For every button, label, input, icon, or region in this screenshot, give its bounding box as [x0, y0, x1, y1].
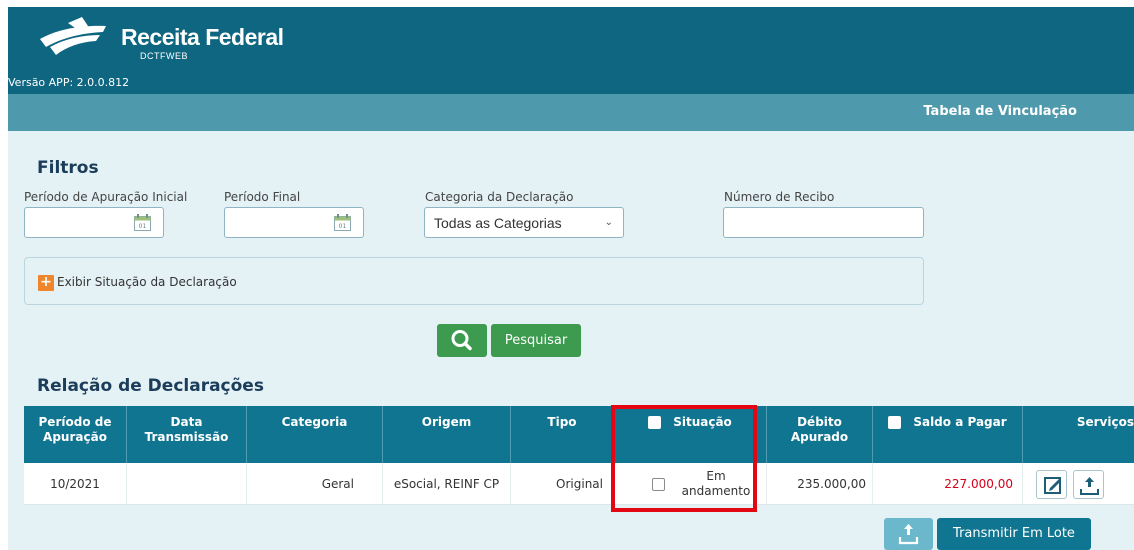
col-tipo[interactable]: Tipo — [511, 406, 614, 463]
page-subbar: Tabela de Vinculação — [8, 94, 1134, 131]
upload-icon — [1080, 477, 1099, 495]
situacao-highlight-box — [611, 405, 757, 512]
table-row: 10/2021 Geral eSocial, REINF CP Original… — [24, 463, 1134, 505]
cell-saldo: 227.000,00 — [873, 463, 1023, 505]
col-periodo[interactable]: Período de Apuração — [24, 406, 127, 463]
declarations-title: Relação de Declarações — [37, 376, 264, 396]
col-servicos: Serviços — [1076, 415, 1134, 429]
search-icon-button[interactable] — [437, 324, 487, 357]
upload-icon — [898, 524, 919, 545]
cell-origem: eSocial, REINF CP — [383, 463, 511, 505]
period-end-input[interactable]: 01 — [224, 207, 364, 238]
search-icon — [451, 330, 472, 351]
transmit-button[interactable] — [1073, 470, 1104, 499]
page-title: Tabela de Vinculação — [923, 104, 1077, 119]
cell-categoria: Geral — [247, 463, 383, 505]
select-all-saldo-checkbox[interactable] — [888, 416, 902, 429]
batch-transmit-button[interactable]: Transmitir Em Lote — [937, 518, 1091, 550]
period-start-label: Período de Apuração Inicial — [24, 190, 188, 204]
batch-upload-button[interactable] — [884, 518, 933, 550]
status-filter-panel: + Exibir Situação da Declaração — [24, 257, 924, 305]
category-label: Categoria da Declaração — [425, 190, 574, 204]
brand-title: Receita Federal — [121, 24, 284, 50]
col-saldo-label: Saldo a Pagar — [913, 415, 1007, 429]
col-origem[interactable]: Origem — [383, 406, 511, 463]
brand-subtitle: DCTFWEB — [140, 51, 188, 61]
cell-debito: 235.000,00 — [767, 463, 873, 505]
receipt-number-input[interactable] — [723, 207, 924, 238]
period-end-label: Período Final — [224, 190, 301, 204]
calendar-day: 01 — [339, 223, 347, 230]
receipt-label: Número de Recibo — [724, 190, 835, 204]
cell-periodo: 10/2021 — [24, 463, 127, 505]
col-categoria[interactable]: Categoria — [247, 406, 383, 463]
category-select[interactable]: Todas as Categorias ⌄ — [424, 207, 624, 238]
show-status-toggle[interactable]: Exibir Situação da Declaração — [57, 275, 237, 289]
expand-plus-icon[interactable]: + — [38, 275, 54, 291]
edit-button[interactable] — [1036, 470, 1067, 499]
cell-data-transmissao — [127, 463, 247, 505]
search-button[interactable]: Pesquisar — [491, 324, 581, 357]
main-content: Filtros Período de Apuração Inicial 01 P… — [8, 131, 1134, 550]
edit-icon — [1044, 477, 1061, 494]
calendar-day: 01 — [139, 223, 147, 230]
period-start-input[interactable]: 01 — [24, 207, 164, 238]
calendar-icon[interactable]: 01 — [134, 214, 151, 231]
receita-federal-logo-icon — [40, 17, 106, 55]
app-version: Versão APP: 2.0.0.812 — [8, 76, 130, 89]
table-header: Período de Apuração Data Transmissão Cat… — [24, 406, 1134, 463]
cell-tipo: Original — [511, 463, 614, 505]
calendar-icon[interactable]: 01 — [334, 214, 351, 231]
cell-servicos — [1023, 463, 1134, 505]
category-selected-value: Todas as Categorias — [434, 215, 562, 231]
col-data-transmissao[interactable]: Data Transmissão — [127, 406, 247, 463]
app-header: Receita Federal DCTFWEB Versão APP: 2.0.… — [8, 7, 1134, 94]
chevron-down-icon: ⌄ — [604, 217, 613, 228]
col-saldo[interactable]: Saldo a Pagar — [873, 406, 1023, 463]
filters-title: Filtros — [37, 158, 99, 178]
col-debito[interactable]: Débito Apurado — [767, 406, 873, 463]
